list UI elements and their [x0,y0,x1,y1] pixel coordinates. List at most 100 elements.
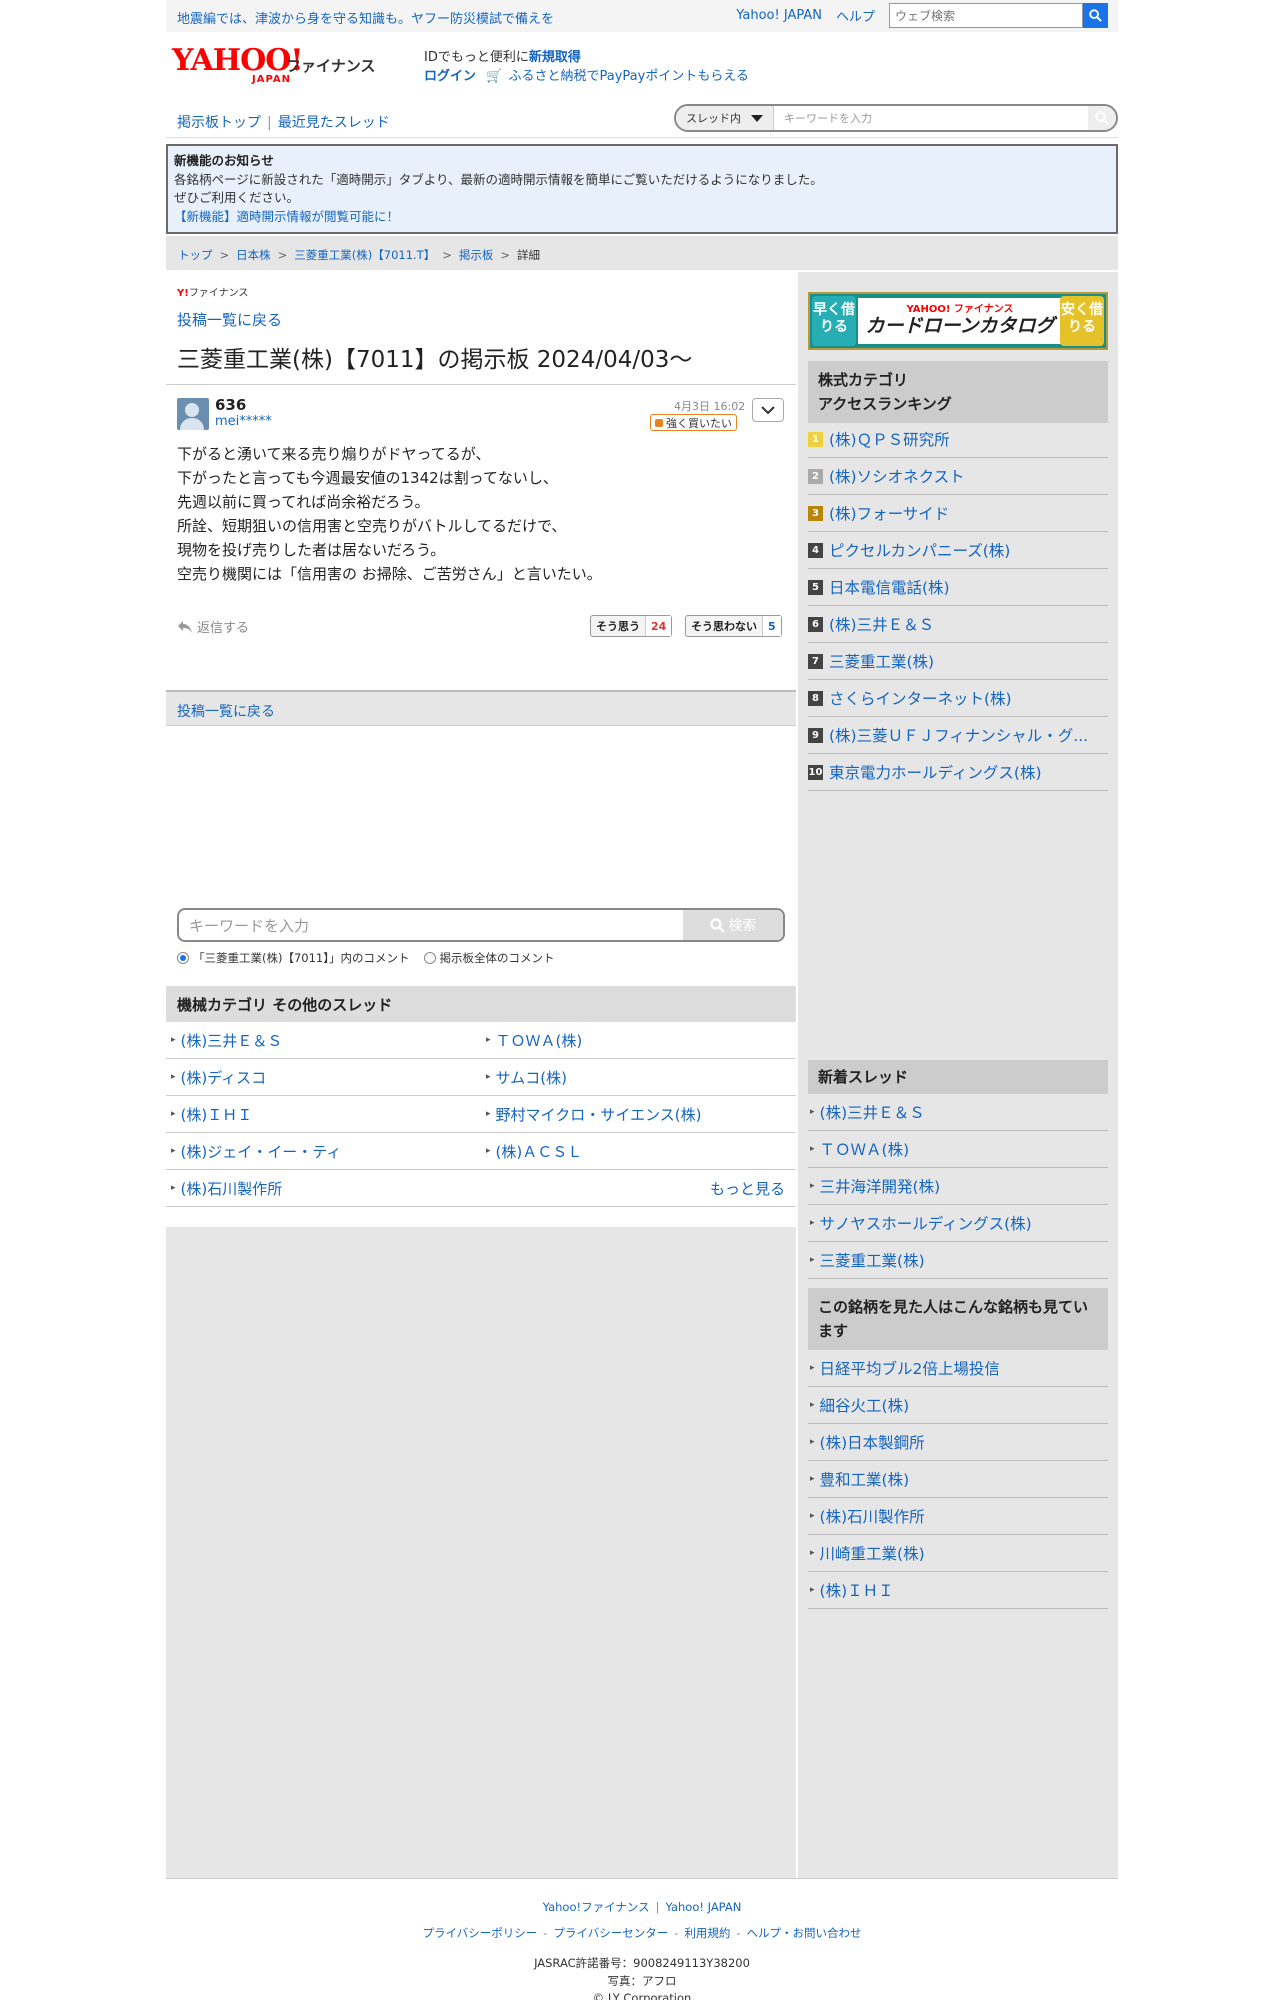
avatar[interactable] [177,398,209,430]
list-item[interactable]: ▸ (株)石川製作所 [166,1178,481,1199]
list-item[interactable]: ▸ (株)ＡＣＳＬ [481,1141,796,1162]
yahoo-japan-link[interactable]: Yahoo! JAPAN [736,8,822,23]
thread-link[interactable]: (株)石川製作所 [820,1505,925,1527]
thread-link[interactable]: (株)ジェイ・イー・ティ [181,1141,342,1162]
back-to-list-link[interactable]: 投稿一覧に戻る [177,309,282,330]
thread-search-input[interactable]: キーワードを入力 [774,110,1088,126]
keyword-search-input[interactable]: キーワードを入力 [179,915,683,936]
board-top-link[interactable]: 掲示板トップ [177,115,261,131]
footer-link-terms[interactable]: 利用規約 [684,1926,730,1940]
reply-button[interactable]: 返信する [177,617,249,636]
more-link[interactable]: もっと見る [710,1178,785,1199]
web-search-input[interactable] [889,3,1083,28]
footer-link-finance[interactable]: Yahoo!ファイナンス [543,1900,650,1914]
thread-link[interactable]: 三井海洋開発(株) [820,1175,941,1197]
footer-link-privacy-center[interactable]: プライバシーセンター [553,1926,668,1940]
recent-threads-link[interactable]: 最近見たスレッド [278,115,390,131]
list-item[interactable]: ▸ 豊和工業(株) [808,1461,1108,1498]
thread-link[interactable]: (株)ディスコ [181,1067,267,1088]
ranking-link[interactable]: さくらインターネット(株) [829,687,1012,709]
ranking-item[interactable]: 3 (株)フォーサイド [808,495,1108,532]
list-item[interactable]: ▸ (株)石川製作所 [808,1498,1108,1535]
thread-link[interactable]: ＴＯＷＡ(株) [820,1138,910,1160]
thread-search-button[interactable] [1088,106,1116,130]
ranking-link[interactable]: 三菱重工業(株) [829,650,934,672]
thread-link[interactable]: サノヤスホールディングス(株) [820,1212,1032,1234]
ranking-item[interactable]: 7 三菱重工業(株) [808,643,1108,680]
ranking-item[interactable]: 4 ピクセルカンパニーズ(株) [808,532,1108,569]
list-item[interactable]: ▸ ＴＯＷＡ(株) [481,1030,796,1051]
thread-link[interactable]: 豊和工業(株) [820,1468,910,1490]
yahoo-finance-logo[interactable]: YAHOO! JAPAN ファイナンス [172,46,375,86]
list-item[interactable]: ▸ (株)ＩＨＩ [166,1104,481,1125]
footer-link-help[interactable]: ヘルプ・お問い合わせ [747,1926,862,1940]
list-item[interactable]: ▸ (株)ディスコ [166,1067,481,1088]
footer-link-yahoo[interactable]: Yahoo! JAPAN [666,1900,742,1914]
back-to-list-link[interactable]: 投稿一覧に戻る [177,704,275,720]
list-item[interactable]: ▸ 三井海洋開発(株) [808,1168,1108,1205]
list-item[interactable]: ▸ (株)三井Ｅ＆Ｓ [166,1030,481,1051]
ranking-item[interactable]: 9 (株)三菱ＵＦＪフィナンシャル・グ... [808,717,1108,754]
ranking-link[interactable]: 東京電力ホールディングス(株) [829,761,1042,783]
thread-link[interactable]: 川崎重工業(株) [820,1542,925,1564]
breadcrumb-stock[interactable]: 三菱重工業(株)【7011.T】 [294,248,435,262]
furusato-link[interactable]: ふるさと納税でPayPayポイントもらえる [508,69,748,84]
ranking-item[interactable]: 10 東京電力ホールディングス(株) [808,754,1108,791]
notice-link[interactable]: 【新機能】適時開示情報が閲覧可能に！ [174,209,399,224]
ranking-link[interactable]: (株)三菱ＵＦＪフィナンシャル・グ... [829,724,1088,746]
ranking-link[interactable]: (株)フォーサイド [829,502,949,524]
keyword-search-button[interactable]: 検索 [683,910,783,940]
list-item[interactable]: ▸ (株)ジェイ・イー・ティ [166,1141,481,1162]
list-item[interactable]: ▸ サノヤスホールディングス(株) [808,1205,1108,1242]
thread-link[interactable]: (株)ＩＨＩ [181,1104,253,1125]
ranking-link[interactable]: 日本電信電話(株) [829,576,950,598]
list-item[interactable]: ▸ 川崎重工業(株) [808,1535,1108,1572]
thread-link[interactable]: 日経平均ブル2倍上場投信 [820,1357,1000,1379]
thread-link[interactable]: 細谷火工(株) [820,1394,910,1416]
signup-link[interactable]: 新規取得 [529,50,581,65]
search-scope-select[interactable]: スレッド内 [676,106,774,130]
disagree-button[interactable]: そう思わない 5 [685,615,782,637]
list-item[interactable]: ▸ 日経平均ブル2倍上場投信 [808,1350,1108,1387]
ranking-link[interactable]: (株)三井Ｅ＆Ｓ [829,613,934,635]
thread-link[interactable]: サムコ(株) [496,1067,567,1088]
post-menu-button[interactable] [752,398,784,422]
ranking-item[interactable]: 6 (株)三井Ｅ＆Ｓ [808,606,1108,643]
breadcrumb-japan-stocks[interactable]: 日本株 [236,248,271,262]
list-item[interactable]: ▸ (株)ＩＨＩ [808,1572,1108,1609]
radio-all-scope[interactable] [423,952,436,964]
help-link[interactable]: ヘルプ [836,6,875,25]
thread-link[interactable]: (株)石川製作所 [181,1178,283,1199]
thread-link[interactable]: 野村マイクロ・サイエンス(株) [496,1104,702,1125]
thread-link[interactable]: (株)三井Ｅ＆Ｓ [820,1101,925,1123]
ranking-item[interactable]: 8 さくらインターネット(株) [808,680,1108,717]
agree-button[interactable]: そう思う 24 [590,615,673,637]
list-item[interactable]: ▸ サムコ(株) [481,1067,796,1088]
thread-link[interactable]: (株)日本製鋼所 [820,1431,925,1453]
emergency-link[interactable]: 地震編では、津波から身を守る知識も。ヤフー防災模試で備えを [177,8,554,27]
post-author[interactable]: mei***** [215,414,272,429]
thread-link[interactable]: (株)三井Ｅ＆Ｓ [181,1030,283,1051]
list-item[interactable]: ▸ 細谷火工(株) [808,1387,1108,1424]
list-item[interactable]: ▸ 野村マイクロ・サイエンス(株) [481,1104,796,1125]
ranking-item[interactable]: 5 日本電信電話(株) [808,569,1108,606]
list-item[interactable]: ▸ ＴＯＷＡ(株) [808,1131,1108,1168]
thread-link[interactable]: (株)ＡＣＳＬ [496,1141,583,1162]
list-item[interactable]: ▸ (株)日本製鋼所 [808,1424,1108,1461]
radio-thread-scope[interactable] [177,952,189,964]
web-search-button[interactable] [1083,3,1108,28]
ranking-link[interactable]: ピクセルカンパニーズ(株) [829,539,1010,561]
ranking-item[interactable]: 1 (株)ＱＰＳ研究所 [808,421,1108,458]
footer-link-privacy[interactable]: プライバシーポリシー [422,1926,537,1940]
card-loan-banner[interactable]: 早く借りる YAHOO! ファイナンス カードローンカタログ 安く借りる [808,292,1108,350]
thread-link[interactable]: ＴＯＷＡ(株) [496,1030,583,1051]
ranking-link[interactable]: (株)ＱＰＳ研究所 [829,428,950,450]
ranking-item[interactable]: 2 (株)ソシオネクスト [808,458,1108,495]
breadcrumb-top[interactable]: トップ [178,248,213,262]
thread-link[interactable]: 三菱重工業(株) [820,1249,925,1271]
login-link[interactable]: ログイン [424,69,476,84]
thread-link[interactable]: (株)ＩＨＩ [820,1579,894,1601]
breadcrumb-board[interactable]: 掲示板 [459,248,494,262]
ranking-link[interactable]: (株)ソシオネクスト [829,465,965,487]
list-item[interactable]: ▸ 三菱重工業(株) [808,1242,1108,1279]
